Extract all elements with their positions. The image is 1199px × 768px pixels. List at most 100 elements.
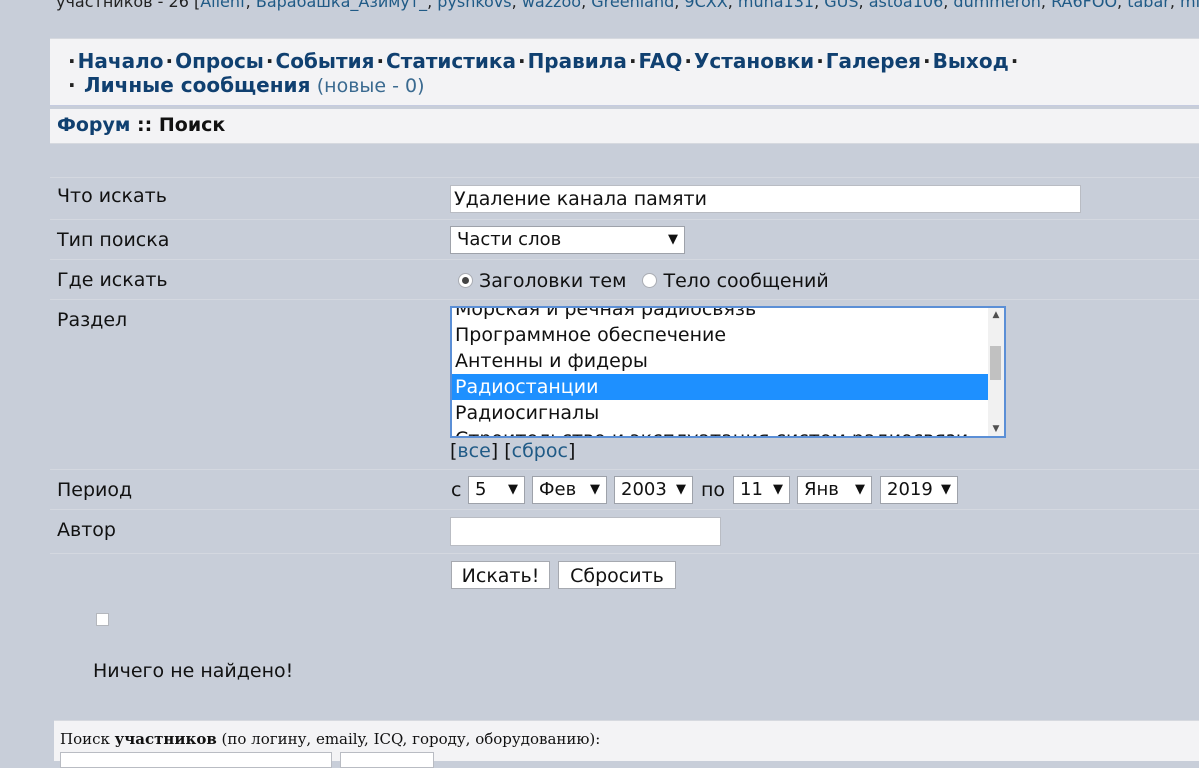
online-users-prefix: участников - 26 [: [56, 0, 201, 11]
query-label: Что искать: [57, 185, 167, 207]
online-user-link[interactable]: RA6FOO: [1051, 0, 1117, 11]
breadcrumb: Форум :: Поиск: [50, 109, 1199, 144]
user-separator: ,: [1117, 0, 1128, 11]
section-option[interactable]: Радиосигналы: [452, 400, 988, 426]
breadcrumb-current: Поиск: [158, 114, 226, 136]
nav-separator: ·: [165, 49, 174, 73]
from-word: с: [451, 479, 462, 501]
online-user-link[interactable]: muha131: [738, 0, 814, 11]
radio-titles[interactable]: [458, 273, 473, 288]
online-user-link[interactable]: Барабашка_Азимут_: [256, 0, 427, 11]
user-separator: ,: [858, 0, 869, 11]
reset-button[interactable]: Сбросить: [558, 561, 676, 589]
nav-separator: ·: [265, 49, 274, 73]
breadcrumb-forum-link[interactable]: Форум: [57, 114, 130, 136]
radio-titles-label: Заголовки тем: [479, 270, 627, 292]
breadcrumb-separator: ::: [137, 114, 153, 136]
search-type-select[interactable]: Части слов ▼: [450, 226, 685, 254]
options-checkbox[interactable]: [96, 613, 109, 626]
to-month-select[interactable]: Янв ▼: [797, 476, 872, 504]
online-users-line: участников - 26 [Allenf, Барабашка_Азиму…: [56, 0, 1199, 13]
scroll-up-icon[interactable]: ▲: [988, 310, 1004, 320]
nav-item[interactable]: Опросы: [175, 49, 264, 73]
scroll-down-icon[interactable]: ▼: [988, 424, 1004, 434]
user-separator: ,: [727, 0, 738, 11]
dropdown-arrow-icon: ▼: [676, 482, 686, 497]
radio-body[interactable]: [642, 273, 658, 288]
from-month-select[interactable]: Фев ▼: [532, 476, 607, 504]
row-period: Период с 5 ▼ Фев ▼ 2003 ▼ по 11 ▼ Янв ▼ …: [50, 469, 1199, 510]
online-user-link[interactable]: Greenland: [591, 0, 674, 11]
section-option[interactable]: Радиостанции: [452, 374, 988, 400]
select-all-link[interactable]: все: [457, 440, 490, 462]
query-input[interactable]: [450, 185, 1081, 213]
row-buttons: Искать! Сбросить: [50, 553, 1199, 598]
to-day-value: 11: [740, 479, 763, 500]
search-button[interactable]: Искать!: [451, 561, 550, 589]
nav-item[interactable]: События: [276, 49, 375, 73]
nav-item[interactable]: Установки: [694, 49, 814, 73]
section-option[interactable]: Строительство и эксплуатация систем ради…: [452, 426, 988, 436]
no-results-message: Ничего не найдено!: [93, 660, 294, 682]
where-label: Где искать: [57, 269, 168, 291]
user-separator: ,: [581, 0, 592, 11]
to-year-select[interactable]: 2019 ▼: [880, 476, 958, 504]
to-month-value: Янв: [804, 479, 839, 500]
user-separator: ,: [427, 0, 438, 11]
row-query: Что искать: [50, 177, 1199, 220]
search-form: Что искать Тип поиска Части слов ▼ Где и…: [50, 177, 1199, 597]
listbox-scrollbar[interactable]: ▲ ▼: [988, 308, 1004, 436]
nav-separator: ·: [628, 49, 637, 73]
from-year-select[interactable]: 2003 ▼: [614, 476, 693, 504]
from-day-value: 5: [475, 479, 487, 500]
user-separator: ,: [674, 0, 685, 11]
online-user-link[interactable]: GUS: [824, 0, 858, 11]
radio-body-label: Тело сообщений: [663, 270, 829, 292]
online-users-list: Allenf, Барабашка_Азимут_, pyshkovs, waz…: [200, 0, 1199, 11]
online-user-link[interactable]: Allenf: [200, 0, 245, 11]
nav-item[interactable]: Правила: [528, 49, 627, 73]
author-label: Автор: [57, 519, 116, 541]
nav-item[interactable]: Начало: [78, 49, 164, 73]
nav-private-messages[interactable]: Личные сообщения: [84, 73, 310, 97]
online-user-link[interactable]: mindwiper: [1180, 0, 1199, 11]
online-user-link[interactable]: tabar: [1127, 0, 1170, 11]
nav-item[interactable]: Выход: [933, 49, 1009, 73]
nav-item[interactable]: FAQ: [639, 49, 683, 73]
online-user-link[interactable]: 9CXX: [684, 0, 727, 11]
dropdown-arrow-icon: ▼: [590, 482, 600, 497]
section-option[interactable]: Морская и речная радиосвязь: [452, 308, 988, 322]
online-user-link[interactable]: pyshkovs: [437, 0, 511, 11]
new-messages-count: (новые - 0): [316, 75, 425, 97]
nav-row-main: · Начало · Опросы · События · Статистика · Правил…: [66, 49, 1020, 73]
online-user-link[interactable]: astoa106: [869, 0, 944, 11]
reset-selection-link[interactable]: сброс: [512, 440, 568, 462]
search-type-label: Тип поиска: [57, 229, 170, 251]
user-separator: ,: [1169, 0, 1181, 11]
section-links: [все] [сброс]: [450, 440, 576, 462]
user-separator: ,: [1040, 0, 1052, 11]
online-user-link[interactable]: wazzoo: [522, 0, 581, 11]
top-navigation: · Начало · Опросы · События · Статистика · Правил…: [50, 38, 1199, 106]
nav-separator: ·: [68, 49, 76, 73]
row-search-type: Тип поиска Части слов ▼: [50, 219, 1199, 260]
section-option[interactable]: Программное обеспечение: [452, 322, 988, 348]
nav-separator: ·: [922, 49, 931, 73]
nav-row-messages: · Личные сообщения (новые - 0): [68, 73, 425, 97]
member-search-input[interactable]: [60, 752, 332, 768]
member-search-button[interactable]: [340, 752, 434, 768]
online-user-link[interactable]: dummeron: [953, 0, 1040, 11]
section-option[interactable]: Антенны и фидеры: [452, 348, 988, 374]
nav-separator: ·: [376, 49, 385, 73]
user-separator: ,: [943, 0, 954, 11]
nav-item[interactable]: Статистика: [386, 49, 516, 73]
from-day-select[interactable]: 5 ▼: [468, 476, 525, 504]
scrollbar-thumb[interactable]: [990, 346, 1001, 380]
author-input[interactable]: [450, 517, 721, 546]
section-listbox[interactable]: Морская и речная радиосвязь Программное о…: [450, 306, 1006, 438]
from-month-value: Фев: [539, 479, 577, 500]
nav-item[interactable]: Галерея: [826, 49, 921, 73]
search-type-value: Части слов: [457, 229, 562, 250]
to-day-select[interactable]: 11 ▼: [733, 476, 790, 504]
period-label: Период: [57, 479, 133, 501]
